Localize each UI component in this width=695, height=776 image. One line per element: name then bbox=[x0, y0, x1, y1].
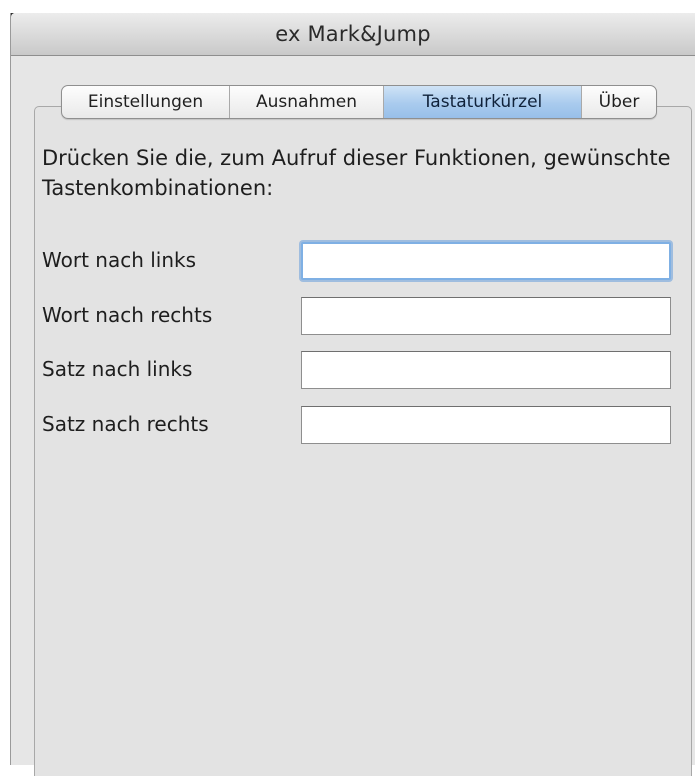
shortcut-label: Wort nach links bbox=[42, 248, 197, 272]
shortcut-label: Wort nach rechts bbox=[42, 303, 213, 327]
tab-einstellungen[interactable]: Einstellungen bbox=[62, 86, 230, 118]
shortcut-row-word-right: Wort nach rechts bbox=[42, 297, 692, 337]
tab-ueber[interactable]: Über bbox=[582, 86, 656, 118]
preferences-window: ex Mark&Jump Einstellungen Ausnahmen Tas… bbox=[10, 13, 695, 776]
tab-tastaturkuerzel[interactable]: Tastaturkürzel bbox=[384, 86, 582, 118]
shortcut-label: Satz nach rechts bbox=[42, 412, 209, 436]
shortcut-row-word-left: Wort nach links bbox=[42, 242, 692, 282]
shortcut-label: Satz nach links bbox=[42, 357, 193, 381]
shortcut-input-word-left[interactable] bbox=[301, 242, 671, 280]
tab-ausnahmen[interactable]: Ausnahmen bbox=[230, 86, 384, 118]
shortcut-row-sentence-right: Satz nach rechts bbox=[42, 406, 692, 446]
instructions-text: Drücken Sie die, zum Aufruf dieser Funkt… bbox=[42, 146, 671, 200]
shortcut-row-sentence-left: Satz nach links bbox=[42, 351, 692, 391]
window-title: ex Mark&Jump bbox=[275, 22, 431, 46]
title-bar[interactable]: ex Mark&Jump bbox=[11, 13, 695, 56]
shortcut-input-word-right[interactable] bbox=[301, 297, 671, 335]
shortcut-input-sentence-left[interactable] bbox=[301, 351, 671, 389]
tab-bar: Einstellungen Ausnahmen Tastaturkürzel Ü… bbox=[61, 85, 657, 119]
shortcut-input-sentence-right[interactable] bbox=[301, 406, 671, 444]
